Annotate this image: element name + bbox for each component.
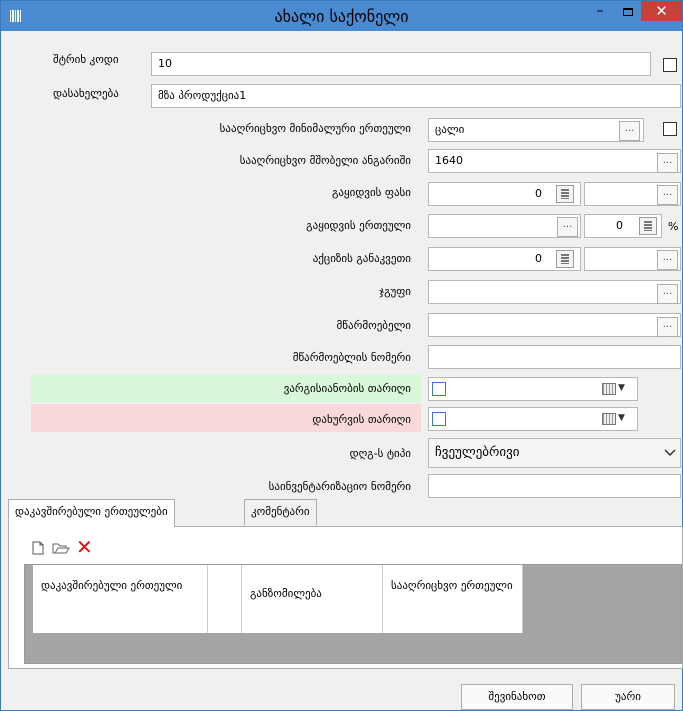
dialog-window: ახალი საქონელი – ✕ შტრიხ კოდი 10 დასახელ… bbox=[0, 0, 683, 711]
sale-price-browse-button[interactable]: ... bbox=[657, 185, 678, 205]
column-header-dimension[interactable]: განზომილება bbox=[242, 565, 383, 633]
parent-account-label: სააღრიცხვო მშობელი ანგარიში bbox=[239, 154, 411, 167]
inventory-number-label: საინვენტარიზაციო ნომერი bbox=[268, 480, 411, 493]
barcode-label: შტრიხ კოდი bbox=[53, 53, 119, 66]
tab-comment[interactable]: კომენტარი bbox=[244, 499, 317, 525]
sale-unit-label: გაყიდვის ერთეული bbox=[306, 219, 411, 232]
barcode-checkbox[interactable] bbox=[663, 58, 677, 72]
group-field[interactable] bbox=[428, 280, 681, 304]
expiry-date-label: ვარგისიანობის თარიღი bbox=[283, 382, 411, 395]
closing-date-label: დახურვის თარიღი bbox=[312, 413, 411, 426]
vat-type-label: დღგ-ს ტიპი bbox=[349, 447, 411, 460]
sale-price-calculator-icon[interactable] bbox=[556, 185, 574, 203]
maximize-button[interactable] bbox=[617, 4, 639, 22]
cancel-button[interactable]: უარი bbox=[581, 684, 675, 710]
window-title: ახალი საქონელი bbox=[274, 7, 409, 26]
group-browse-button[interactable]: ... bbox=[657, 284, 678, 304]
name-label: დასახელება bbox=[53, 87, 119, 100]
sale-unit-calculator-icon[interactable] bbox=[639, 217, 657, 235]
expiry-dropdown-arrow-icon[interactable]: ▼ bbox=[618, 383, 625, 393]
expiry-date-checkbox[interactable] bbox=[432, 382, 446, 396]
percent-sign: % bbox=[668, 220, 679, 233]
open-folder-icon[interactable] bbox=[52, 541, 70, 555]
closing-calendar-icon[interactable] bbox=[602, 413, 616, 425]
save-button[interactable]: შევინახოთ bbox=[461, 684, 573, 710]
manufacturer-browse-button[interactable]: ... bbox=[657, 317, 678, 337]
chevron-down-icon[interactable] bbox=[664, 449, 676, 457]
group-label: ჯგუფი bbox=[379, 285, 411, 298]
parent-account-field[interactable]: 1640 bbox=[428, 149, 681, 173]
close-button[interactable]: ✕ bbox=[641, 1, 682, 21]
manufacturer-number-label: მწარმოებლის ნომერი bbox=[292, 351, 411, 364]
expiry-calendar-icon[interactable] bbox=[602, 383, 616, 395]
column-header-accounting-unit[interactable]: სააღრიცხვო ერთეული bbox=[383, 565, 523, 633]
manufacturer-field[interactable] bbox=[428, 313, 681, 337]
minimize-button[interactable]: – bbox=[589, 4, 611, 22]
linked-units-grid: დაკავშირებული ერთეული განზომილება სააღრი… bbox=[24, 564, 682, 664]
tab-linked-units[interactable]: დაკავშირებული ერთეულები bbox=[8, 499, 175, 527]
name-field[interactable]: მზა პროდუქცია1 bbox=[151, 84, 681, 108]
inventory-number-field[interactable] bbox=[428, 474, 681, 498]
min-unit-label: სააღრიცხვო მინიმალური ერთეული bbox=[219, 122, 411, 135]
min-unit-checkbox[interactable] bbox=[663, 122, 677, 136]
maximize-icon bbox=[623, 8, 633, 16]
parent-account-browse-button[interactable]: ... bbox=[657, 153, 678, 173]
manufacturer-number-field[interactable] bbox=[428, 345, 681, 369]
column-header-linked-unit[interactable]: დაკავშირებული ერთეული bbox=[33, 565, 208, 633]
closing-date-checkbox[interactable] bbox=[432, 412, 446, 426]
excise-rate-browse-button[interactable]: ... bbox=[657, 250, 678, 270]
barcode-field[interactable]: 10 bbox=[151, 52, 651, 76]
min-unit-browse-button[interactable]: ... bbox=[619, 121, 640, 141]
excise-rate-label: აქციზის განაკვეთი bbox=[312, 252, 411, 265]
closing-dropdown-arrow-icon[interactable]: ▼ bbox=[618, 413, 625, 423]
title-bar: ახალი საქონელი – ✕ bbox=[1, 1, 682, 31]
column-header-blank[interactable] bbox=[208, 565, 242, 633]
excise-rate-calculator-icon[interactable] bbox=[556, 250, 574, 268]
manufacturer-label: მწარმოებელი bbox=[336, 319, 411, 332]
sale-price-label: გაყიდვის ფასი bbox=[331, 186, 411, 199]
min-unit-field[interactable]: ცალი bbox=[428, 118, 644, 142]
delete-x-icon[interactable]: ✕ bbox=[76, 535, 93, 559]
sale-unit-browse-button[interactable]: ... bbox=[557, 217, 578, 237]
vat-type-select[interactable]: ჩვეულებრივი bbox=[428, 438, 681, 468]
new-document-icon[interactable] bbox=[32, 541, 44, 555]
